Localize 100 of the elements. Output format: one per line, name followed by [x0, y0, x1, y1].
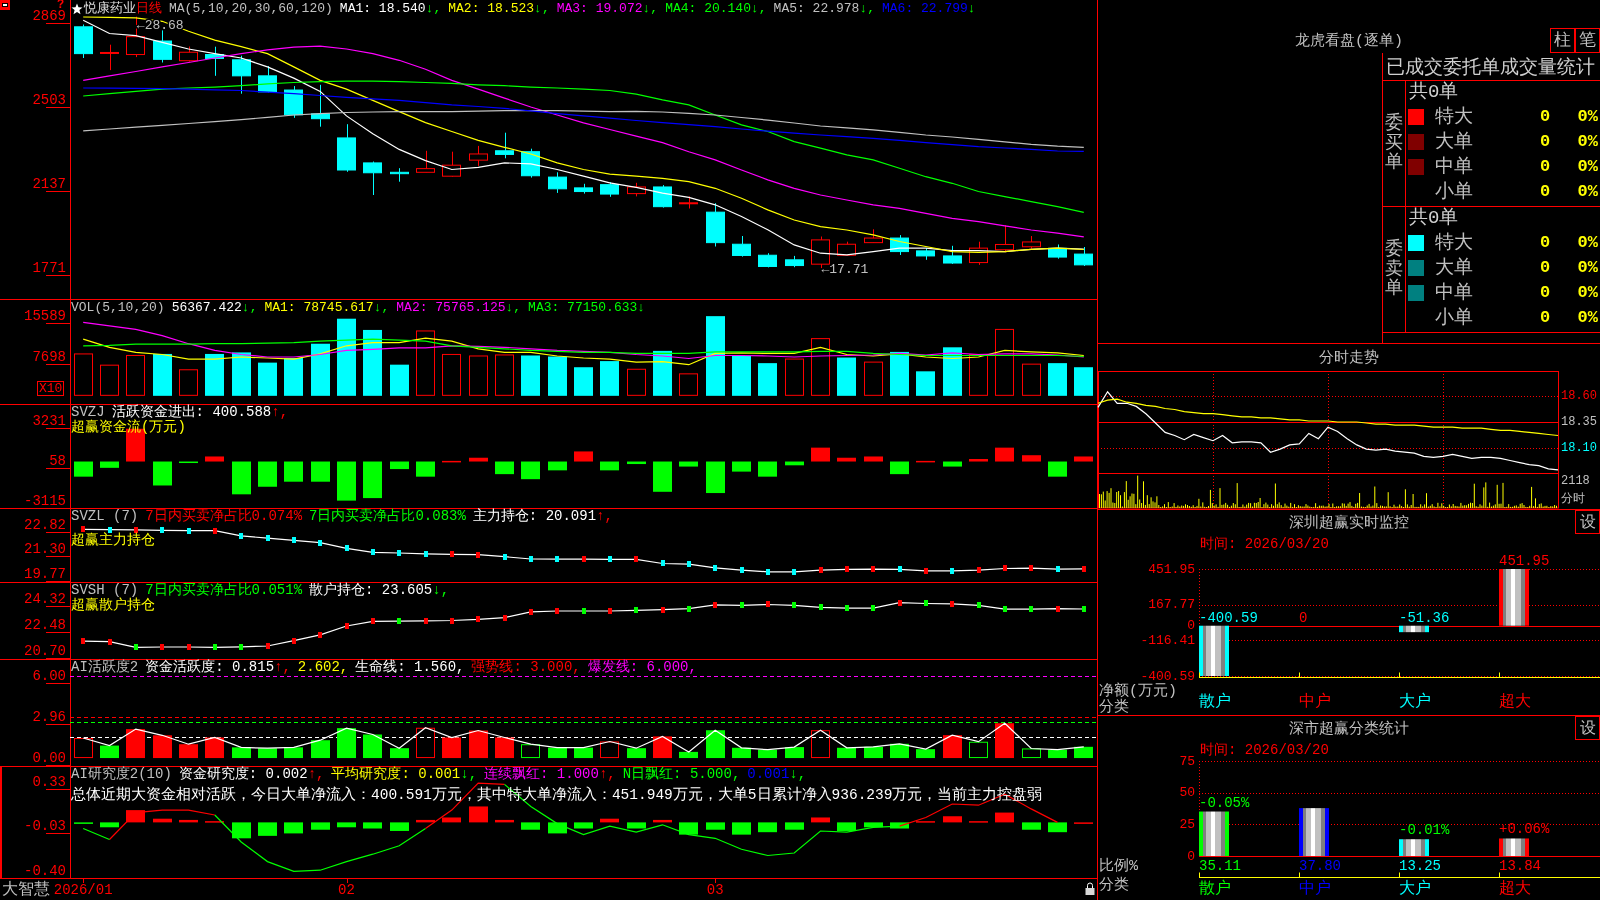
chart-subtitle: 时间: 2026/03/20: [1200, 742, 1329, 758]
marker-icon: [213, 528, 217, 534]
research-bar: [311, 822, 330, 830]
indicator-readout: MA5: 22.978: [773, 1, 860, 16]
candlestick: [284, 85, 303, 119]
research-bar: [600, 818, 619, 823]
candlestick: [311, 84, 330, 128]
view-button[interactable]: 笔: [1575, 28, 1600, 53]
marker-icon: [766, 569, 770, 575]
marker-icon: [766, 601, 770, 607]
candlestick: [337, 123, 356, 173]
marker-icon: [345, 545, 349, 551]
trend-arrow: ↓,: [505, 300, 522, 315]
order-share: 0%: [1577, 132, 1598, 151]
marker-icon: [634, 556, 638, 562]
indicator-readout: 强势线: 3.000,: [471, 660, 581, 675]
axis-tick-label: 2.96: [32, 709, 66, 726]
marker-icon: [81, 638, 85, 644]
research-bar: [469, 806, 488, 823]
fund-flow-bar: [864, 456, 883, 462]
fund-flow-bar: [153, 461, 172, 486]
brand-label: 大智慧: [2, 880, 50, 899]
stats-title: 已成交委托单成交量统计: [1386, 55, 1595, 80]
order-size-label: 特大: [1435, 105, 1473, 128]
marker-icon: [213, 644, 217, 650]
fund-flow-bar: [837, 457, 856, 462]
fund-flow-bar: [258, 461, 277, 487]
marker-icon: [239, 533, 243, 539]
axis-tick-label: 167.77: [1148, 597, 1195, 613]
trend-arrow: ↓,: [460, 767, 478, 782]
indicator-readout: 7日内买卖净占比0.083%: [309, 509, 466, 524]
candlestick: [627, 182, 646, 197]
marker-icon: [582, 556, 586, 562]
window-icon[interactable]: [0, 0, 10, 10]
marker-icon: [871, 605, 875, 611]
value-label: -51.36: [1399, 609, 1450, 626]
research-bar: [943, 816, 962, 823]
chart-bar: [1199, 625, 1229, 676]
marker-icon: [608, 608, 612, 614]
research-bar: [785, 822, 804, 830]
marker-icon: [266, 643, 270, 649]
marker-icon: [187, 528, 191, 534]
research-bar: [706, 822, 725, 830]
candlestick: [469, 145, 488, 167]
fund-flow-bar: [811, 447, 830, 462]
research-bar: [864, 822, 883, 828]
help-button[interactable]: ?: [57, 0, 65, 11]
candlestick: [179, 46, 198, 63]
order-size-label: 特大: [1435, 231, 1473, 254]
marker-icon: [424, 551, 428, 557]
indicator-readout: SVSH (7): [71, 583, 139, 598]
candlestick: [1074, 246, 1093, 267]
chart-bar: [1399, 625, 1429, 633]
marker-icon: [555, 608, 559, 614]
marker-icon: [476, 552, 480, 558]
trend-arrow: ↑,: [274, 660, 291, 675]
view-button[interactable]: 柱: [1550, 28, 1575, 53]
fund-flow-bar: [284, 461, 303, 482]
fund-flow-bar: [758, 461, 777, 477]
change-label: -0.01%: [1399, 822, 1450, 839]
axis-tick-label: -3115: [24, 492, 66, 509]
trend-arrow: ↓: [967, 1, 976, 16]
research-bar: [1022, 822, 1041, 830]
fund-flow-bar: [521, 461, 540, 480]
indicator-readout: 0.001: [747, 767, 790, 782]
fund-flow-bar: [416, 461, 435, 477]
category-label: 中户: [1299, 880, 1331, 898]
marker-icon: [977, 602, 981, 608]
marker-icon: [529, 556, 533, 562]
research-bar: [627, 822, 646, 829]
fund-flow-bar: [100, 461, 119, 468]
candlestick: [495, 132, 514, 159]
indicator-readout: AI研究度2(10): [71, 767, 172, 782]
marker-icon: [160, 527, 164, 533]
marker-icon: [81, 526, 85, 532]
fund-flow-bar: [1048, 461, 1067, 477]
axis-tick-label: 24.32: [24, 590, 66, 607]
settings-button[interactable]: 设: [1575, 716, 1600, 740]
marker-icon: [687, 561, 691, 567]
axis-title: 分类: [1099, 876, 1129, 894]
marker-icon: [160, 644, 164, 650]
fund-flow-bar: [995, 447, 1014, 462]
candlestick: [232, 55, 251, 95]
axis-tick-label: 58: [49, 452, 66, 469]
candlestick: [1048, 244, 1067, 260]
marker-icon: [661, 607, 665, 613]
panel-title: 龙虎看盘(逐单): [1295, 31, 1403, 50]
chart-bar: [1299, 808, 1329, 856]
trend-arrow: ↑,: [271, 405, 289, 420]
axis-tick-label: 19.77: [24, 566, 66, 583]
axis-tick-label: 15589: [24, 308, 66, 325]
indicator-readout: 资金活跃度: 0.815: [145, 660, 275, 675]
settings-button[interactable]: 设: [1575, 510, 1600, 534]
research-bar: [442, 817, 461, 823]
order-share: 0%: [1577, 308, 1598, 327]
marker-icon: [239, 644, 243, 650]
indicator-readout: 平均研究度: 0.001: [331, 767, 461, 782]
axis-tick-label: -400.59: [1140, 668, 1195, 684]
marker-icon: [713, 565, 717, 571]
lock-icon[interactable]: [1085, 882, 1095, 895]
